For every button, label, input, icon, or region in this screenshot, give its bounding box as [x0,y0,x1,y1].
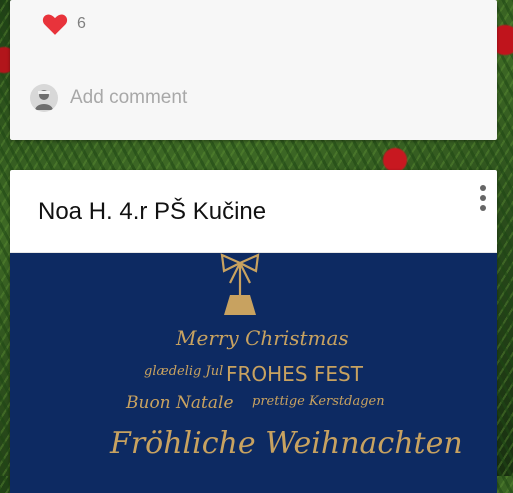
previous-post-card: 6 Add comment [10,0,497,140]
add-comment-input[interactable]: Add comment [70,87,187,109]
image-line-merry-christmas: Merry Christmas [175,326,349,350]
likes-count: 6 [77,15,86,32]
likes-row[interactable]: 6 [41,12,86,36]
post-card: Noa H. 4.r PŠ Kučine Merry Christmas glæ… [10,170,497,493]
post-header: Noa H. 4.r PŠ Kučine [10,170,497,253]
user-avatar-icon [35,90,53,110]
image-line-frohes-fest: FROHES FEST [226,362,364,386]
user-avatar [30,84,58,112]
image-line-glaedelig-jul: glædelig Jul [144,364,223,379]
christmas-tree-artwork: Merry Christmas glædelig Jul FROHES FEST… [109,253,463,461]
bow-icon [220,253,260,295]
image-line-froehliche-weihnachten: Fröhliche Weihnachten [109,426,463,461]
add-comment-row[interactable]: Add comment [30,84,187,112]
image-line-buon-natale: Buon Natale [125,393,234,413]
post-image[interactable]: Merry Christmas glædelig Jul FROHES FEST… [10,253,497,493]
heart-icon[interactable] [41,12,69,36]
post-author-title: Noa H. 4.r PŠ Kučine [38,198,267,225]
image-line-prettige-kerstdagen: prettige Kerstdagen [252,394,385,409]
more-vertical-icon[interactable] [475,182,491,218]
tree-top-ornament [224,295,256,315]
